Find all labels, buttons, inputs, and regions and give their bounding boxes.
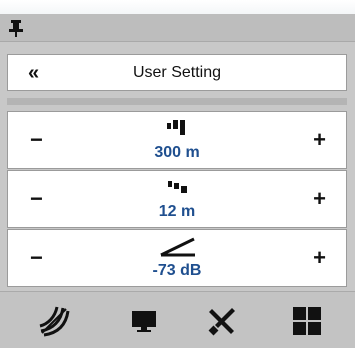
range-bars-icon [167,120,185,135]
gain-control: − -73 dB + [7,229,347,287]
range-increase-button[interactable]: + [313,129,326,151]
display-icon[interactable] [128,305,160,337]
user-setting-header: « User Setting [7,54,347,91]
gain-value: -73 dB [152,262,202,279]
gain-ramp-icon [160,237,195,257]
step-increase-button[interactable]: + [313,188,326,210]
panel-titlebar [0,14,355,42]
range-control: − 300 m + [7,111,347,169]
settings-panel: « User Setting − 300 m + − 12 m + − -73 … [0,14,355,348]
page-title: User Setting [132,64,222,81]
layout-grid-icon[interactable] [291,305,323,337]
step-control: − 12 m + [7,170,347,228]
step-value: 12 m [158,203,196,220]
gain-increase-button[interactable]: + [313,247,326,269]
window-background [0,0,355,14]
step-bars-icon [168,181,187,193]
tools-icon[interactable] [206,305,238,337]
pin-icon[interactable] [6,18,26,38]
section-divider [7,98,347,105]
sonar-icon[interactable] [38,305,70,337]
range-value: 300 m [154,144,200,161]
bottom-toolbar [0,291,355,348]
